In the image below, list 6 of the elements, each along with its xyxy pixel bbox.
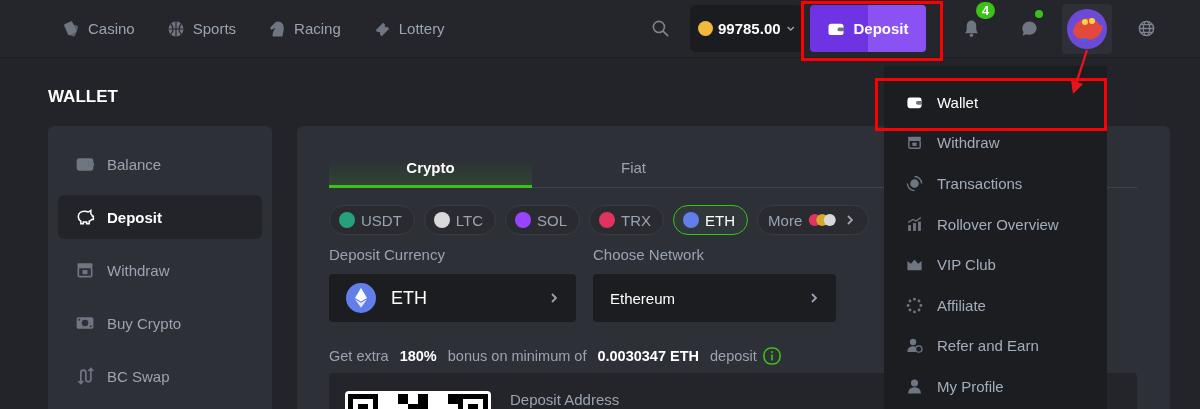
notification-badge: 4 bbox=[976, 2, 996, 19]
page-title: WALLET bbox=[48, 86, 118, 108]
address-label: Deposit Address bbox=[510, 391, 620, 408]
field-label: Choose Network bbox=[593, 245, 705, 265]
field-label: Deposit Currency bbox=[329, 245, 446, 265]
bonus-text: Get extra 180% bonus on minimum of 0.0030347 ETH deposit bbox=[329, 348, 757, 364]
